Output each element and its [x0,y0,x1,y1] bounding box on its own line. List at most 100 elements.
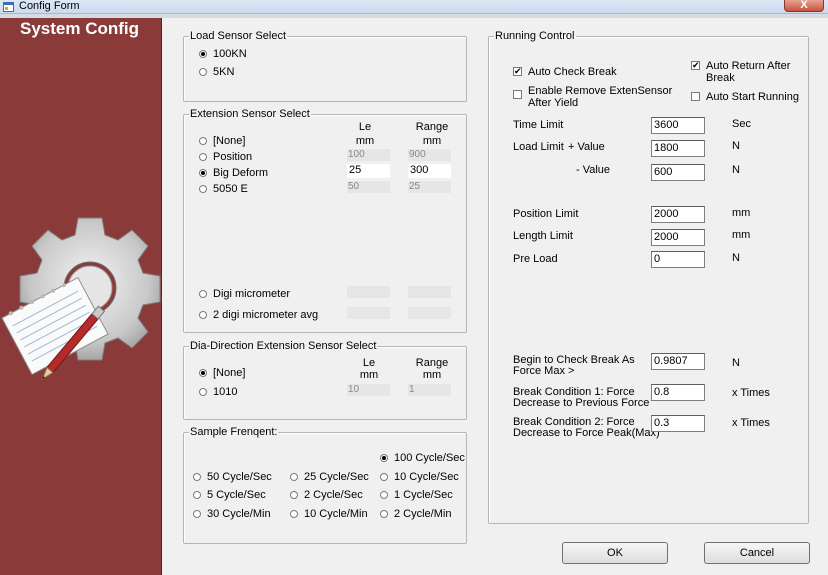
load-limit-plus-label: + Value [568,141,605,153]
radio-button-icon [193,473,201,481]
radio-button-icon [380,510,388,518]
radio-button-icon [199,369,207,377]
radio-50-cycle-sec[interactable]: 50 Cycle/Sec [193,471,272,483]
radio-button-icon [199,153,207,161]
time-limit-label: Time Limit [513,119,564,131]
checkbox-icon [513,67,522,76]
radio-button-icon [199,169,207,177]
break-condition-1-unit: x Times [732,387,770,399]
auto-check-break-checkbox[interactable]: Auto Check Break [513,66,617,78]
radio-digi-micrometer[interactable]: Digi micrometer [199,288,290,300]
big-deform-le-field[interactable]: 25 [347,164,390,178]
radio-1-cycle-sec[interactable]: 1 Cycle/Sec [380,489,453,501]
dia-1010-range-field: 1 [408,384,451,396]
digi-le-field [347,286,390,298]
sidebar-heading: System Config [20,19,140,38]
radio-2-cycle-min[interactable]: 2 Cycle/Min [380,508,451,520]
radio-100kn[interactable]: 100KN [199,48,247,60]
close-button[interactable]: X [784,0,824,12]
checkbox-icon [691,92,700,101]
position-limit-label: Position Limit [513,208,579,220]
load-sensor-title: Load Sensor Select [190,30,287,42]
radio-ext-position[interactable]: Position [199,151,252,163]
radio-button-icon [199,388,207,396]
cancel-button[interactable]: Cancel [704,542,810,564]
radio-2-cycle-sec[interactable]: 2 Cycle/Sec [290,489,363,501]
radio-button-icon [199,311,207,319]
radio-ext-big-deform[interactable]: Big Deform [199,167,268,179]
pre-load-label: Pre Load [513,253,558,265]
radio-button-icon [199,137,207,145]
5050e-le-field: 50 [347,181,390,193]
radio-2-digi-micrometer-avg[interactable]: 2 digi micrometer avg [199,309,318,321]
title-bar: Config Form X [0,0,828,14]
sample-frequency-group: Sample Frenqent: [183,426,467,544]
running-control-title: Running Control [495,30,575,42]
close-icon: X [800,0,808,11]
radio-30-cycle-min[interactable]: 30 Cycle/Min [193,508,271,520]
radio-5kn[interactable]: 5KN [199,66,234,78]
dia-1010-le-field: 10 [347,384,390,396]
col-range-unit: mm [422,135,442,147]
radio-25-cycle-sec[interactable]: 25 Cycle/Sec [290,471,369,483]
auto-start-running-checkbox[interactable]: Auto Start Running [691,91,799,103]
load-limit-minus-input[interactable]: 600 [651,164,705,181]
radio-ext-none[interactable]: [None] [199,135,245,147]
col-le-unit: mm [355,135,375,147]
dia-sensor-title: Dia-Direction Extension Sensor Select [190,340,377,352]
load-limit-plus-unit: N [732,140,740,152]
radio-button-icon [199,290,207,298]
load-limit-minus-unit: N [732,164,740,176]
col-le-header: Le [358,121,372,133]
radio-button-icon [199,50,207,58]
begin-check-break-unit: N [732,357,740,369]
radio-button-icon [380,473,388,481]
radio-ext-5050e[interactable]: 5050 E [199,183,248,195]
load-limit-plus-input[interactable]: 1800 [651,140,705,157]
radio-button-icon [290,510,298,518]
dia-col-le-header: Le [362,357,376,369]
window-title: Config Form [19,0,80,12]
time-limit-unit: Sec [732,118,751,130]
break-condition-1-label: Break Condition 1: Force Decrease to Pre… [513,386,650,409]
time-limit-input[interactable]: 3600 [651,117,705,134]
radio-button-icon [199,185,207,193]
radio-button-icon [380,454,388,462]
break-condition-2-label: Break Condition 2: Force Decrease to For… [513,416,660,439]
position-limit-input[interactable]: 2000 [651,206,705,223]
pre-load-unit: N [732,252,740,264]
radio-10-cycle-min[interactable]: 10 Cycle/Min [290,508,368,520]
digi-range-field [408,286,451,298]
settings-gear-icon [1,217,161,381]
pre-load-input[interactable]: 0 [651,251,705,268]
radio-button-icon [199,68,207,76]
radio-button-icon [290,473,298,481]
ok-button[interactable]: OK [562,542,668,564]
position-limit-unit: mm [732,207,751,219]
begin-check-break-label: Begin to Check Break As Force Max > [513,354,635,377]
5050e-range-field: 25 [408,181,451,193]
begin-check-break-input[interactable]: 0.9807 [651,353,705,370]
big-deform-range-field[interactable]: 300 [408,164,451,178]
enable-remove-extensensor-checkbox[interactable]: Enable Remove ExtenSensor After Yield [513,85,672,109]
radio-dia-none[interactable]: [None] [199,367,245,379]
sample-frequency-title: Sample Frenqent: [190,426,278,438]
break-condition-2-unit: x Times [732,417,770,429]
auto-return-after-break-checkbox[interactable]: Auto Return After Break [691,60,790,84]
break-condition-2-input[interactable]: 0.3 [651,415,705,432]
radio-button-icon [193,510,201,518]
length-limit-input[interactable]: 2000 [651,229,705,246]
length-limit-label: Length Limit [513,230,573,242]
load-limit-minus-label: - Value [576,164,611,176]
checkbox-icon [513,90,522,99]
dia-col-le-unit: mm [359,369,379,381]
radio-100-cycle-sec[interactable]: 100 Cycle/Sec [380,452,465,464]
main-panel: Load Sensor Select 100KN 5KN Extension S… [163,18,828,575]
position-le-field: 100 [347,149,390,161]
radio-5-cycle-sec[interactable]: 5 Cycle/Sec [193,489,266,501]
break-condition-1-input[interactable]: 0.8 [651,384,705,401]
extension-sensor-title: Extension Sensor Select [190,108,310,120]
load-limit-label: Load Limit [513,141,564,153]
radio-dia-1010[interactable]: 1010 [199,386,237,398]
radio-10-cycle-sec[interactable]: 10 Cycle/Sec [380,471,459,483]
